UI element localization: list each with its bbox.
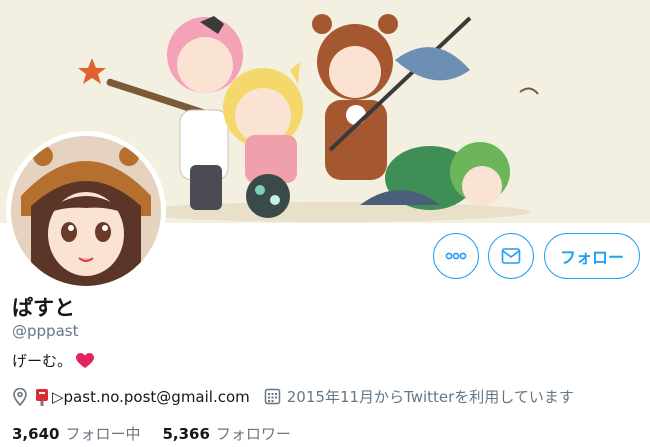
message-button[interactable]	[488, 233, 534, 279]
followers-label: フォロワー	[215, 425, 291, 443]
profile-handle: @pppast	[12, 322, 79, 340]
follow-counts: 3,640 フォロー中 5,366 フォロワー	[12, 423, 291, 444]
more-dots-icon	[445, 252, 467, 260]
profile-meta: ▷past.no.post@gmail.com 2015年11月からTwitte…	[12, 386, 574, 407]
followers-stat[interactable]: 5,366 フォロワー	[162, 423, 290, 444]
heart-icon	[76, 352, 95, 368]
calendar-icon	[264, 388, 281, 405]
following-count: 3,640	[12, 424, 60, 443]
profile-bio: げーむ。	[12, 350, 95, 371]
bio-text: げーむ。	[12, 352, 73, 370]
location-icon	[12, 387, 28, 406]
profile-name: ぱすと	[12, 296, 75, 320]
envelope-icon	[501, 248, 521, 264]
following-stat[interactable]: 3,640 フォロー中	[12, 423, 140, 444]
postbox-icon	[34, 388, 50, 406]
followers-count: 5,366	[162, 424, 210, 443]
follow-button-label: フォロー	[559, 248, 624, 267]
profile-avatar[interactable]	[6, 131, 166, 291]
avatar-image	[11, 136, 161, 286]
follow-button[interactable]: フォロー	[544, 233, 640, 279]
following-label: フォロー中	[65, 425, 141, 443]
joined-date: 2015年11月からTwitterを利用しています	[286, 388, 574, 406]
more-button[interactable]	[433, 233, 479, 279]
profile-link[interactable]: ▷past.no.post@gmail.com	[52, 388, 250, 406]
